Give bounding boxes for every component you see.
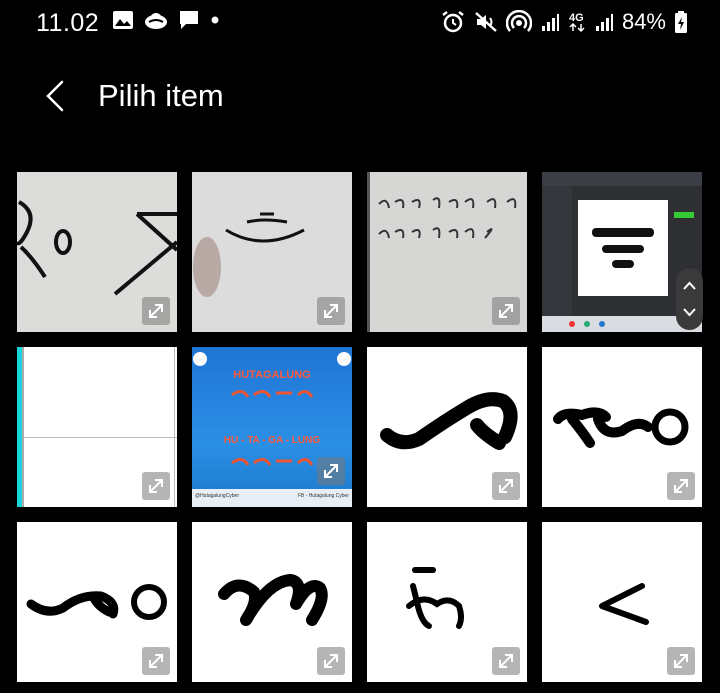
chevron-down-icon (683, 308, 696, 317)
grid-item-5[interactable] (17, 347, 177, 507)
expand-icon (674, 479, 688, 493)
chevron-up-icon (683, 281, 696, 290)
grid-item-6[interactable]: HUTAGALUNG HU - TA - GA - LUNG @Hutagalu… (192, 347, 352, 507)
expand-button[interactable] (317, 297, 345, 325)
expand-icon (149, 479, 163, 493)
expand-button[interactable] (142, 297, 170, 325)
item-grid: HUTAGALUNG HU - TA - GA - LUNG @Hutagalu… (0, 0, 720, 693)
expand-button[interactable] (317, 457, 345, 485)
expand-button[interactable] (142, 647, 170, 675)
expand-button[interactable] (492, 647, 520, 675)
grid-item-11[interactable] (367, 522, 527, 682)
poster-footer-right: FB - Hutagalung Cyber (297, 493, 349, 499)
expand-button[interactable] (142, 472, 170, 500)
grid-item-12[interactable] (542, 522, 702, 682)
expand-button[interactable] (492, 472, 520, 500)
expand-icon (149, 304, 163, 318)
expand-button[interactable] (492, 297, 520, 325)
grid-item-8[interactable] (542, 347, 702, 507)
grid-item-1[interactable] (17, 172, 177, 332)
expand-icon (149, 654, 163, 668)
expand-icon (499, 304, 513, 318)
expand-icon (674, 654, 688, 668)
grid-item-2[interactable] (192, 172, 352, 332)
expand-button[interactable] (667, 472, 695, 500)
expand-button[interactable] (317, 647, 345, 675)
expand-icon (324, 464, 338, 478)
poster-footer-left: @HutagalungCyber (195, 493, 239, 499)
expand-icon (499, 479, 513, 493)
grid-item-9[interactable] (17, 522, 177, 682)
grid-item-7[interactable] (367, 347, 527, 507)
fast-scroll-handle[interactable] (676, 268, 703, 330)
expand-button[interactable] (667, 647, 695, 675)
expand-icon (324, 304, 338, 318)
grid-item-3[interactable] (367, 172, 527, 332)
poster-subtitle: HU - TA - GA - LUNG (223, 435, 321, 446)
grid-item-10[interactable] (192, 522, 352, 682)
poster-title: HUTAGALUNG (233, 369, 311, 381)
expand-icon (499, 654, 513, 668)
expand-icon (324, 654, 338, 668)
